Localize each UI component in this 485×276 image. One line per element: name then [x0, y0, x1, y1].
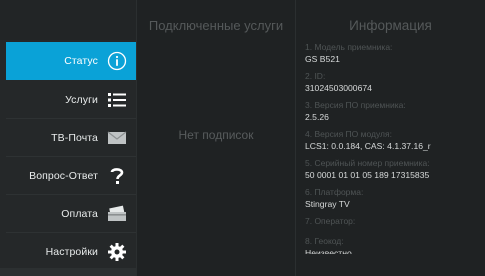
sidebar-item-label: ТВ-Почта	[51, 131, 98, 144]
payment-card-icon	[106, 203, 128, 225]
info-label-serial: 5. Серийный номер приемника:	[305, 158, 430, 168]
envelope-icon	[106, 127, 128, 149]
no-subscriptions-text: Нет подписок	[178, 128, 254, 142]
info-value-model: GS B521	[305, 54, 340, 64]
list-icon	[106, 89, 128, 111]
sidebar-footer	[0, 268, 136, 276]
info-label-platform: 6. Платформа:	[305, 187, 364, 197]
question-icon	[106, 165, 128, 187]
info-list: 1. Модель приемника: GS B521 2. ID: 3102…	[305, 42, 483, 254]
sidebar-item-label: Настройки	[45, 245, 98, 258]
info-icon	[106, 50, 128, 72]
gear-icon	[106, 241, 128, 263]
info-title: Информация	[349, 18, 432, 33]
sidebar-menu: Статус Услуги ТВ-Почта Вопрос-Ответ Опла…	[0, 0, 136, 276]
sidebar-header	[0, 0, 136, 40]
sidebar-item-label: Оплата	[61, 207, 98, 220]
info-value-id: 31024503000674	[305, 83, 372, 93]
sidebar-item-label: Вопрос-Ответ	[29, 169, 98, 182]
info-label-firmware: 3. Версия ПО приемника:	[305, 100, 406, 110]
sidebar-item-faq[interactable]: Вопрос-Ответ	[6, 157, 136, 195]
info-value-firmware: 2.5.26	[305, 112, 329, 122]
info-label-geocode: 8. Геокод:	[305, 236, 344, 246]
sidebar-item-payment[interactable]: Оплата	[6, 195, 136, 233]
info-value-platform: Stingray TV	[305, 199, 350, 209]
info-value-serial: 50 0001 01 01 05 189 17315835	[305, 170, 430, 180]
services-panel: Подключенные услуги Нет подписок	[136, 0, 296, 276]
status-screen: Статус Услуги ТВ-Почта Вопрос-Ответ Опла…	[0, 0, 485, 276]
sidebar-item-label: Статус	[64, 55, 98, 67]
info-panel: Информация 1. Модель приемника: GS B521 …	[296, 0, 485, 276]
info-value-geocode: Неизвестно	[305, 248, 352, 254]
sidebar-item-services[interactable]: Услуги	[6, 81, 136, 119]
info-label-id: 2. ID:	[305, 71, 326, 81]
sidebar-item-tv-mail[interactable]: ТВ-Почта	[6, 119, 136, 157]
info-label-operator: 7. Оператор:	[305, 216, 356, 226]
sidebar-item-settings[interactable]: Настройки	[6, 233, 136, 271]
info-label-module-version: 4. Версия ПО модуля:	[305, 129, 392, 139]
info-label-model: 1. Модель приемника:	[305, 42, 393, 52]
sidebar-item-status[interactable]: Статус	[6, 42, 136, 80]
sidebar-item-label: Услуги	[65, 93, 98, 106]
info-value-module-version: LCS1: 0.0.184, CAS: 4.1.37.16_r	[305, 141, 431, 151]
services-title: Подключенные услуги	[148, 18, 284, 33]
